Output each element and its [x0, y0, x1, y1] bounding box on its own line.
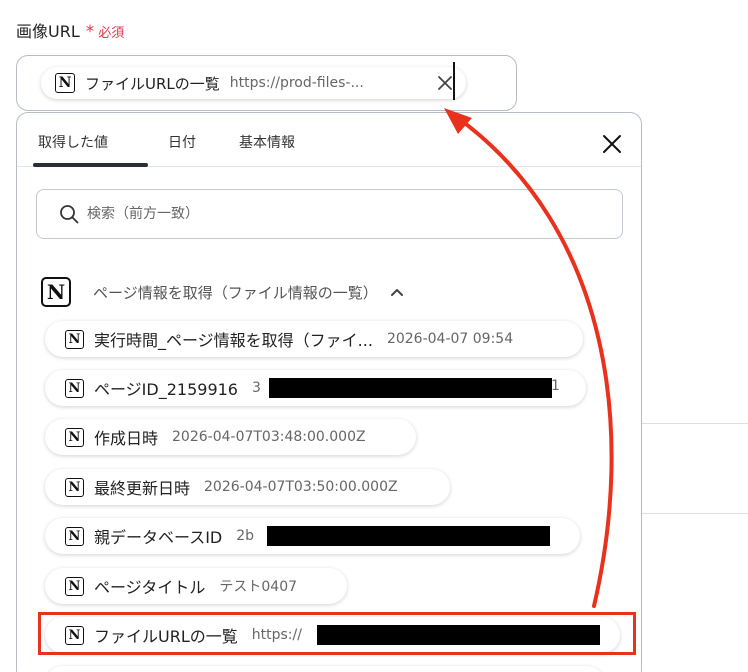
item-value: 2b — [236, 528, 255, 544]
background-divider — [642, 513, 748, 514]
redacted-block — [267, 526, 550, 546]
tab-bar: 取得した値 日付 基本情報 — [17, 113, 641, 167]
item-value-tail: 1 — [551, 378, 560, 394]
value-picker-panel: 取得した値 日付 基本情報 N ページ情報を取得（ファイル情報の一覧） N 実行… — [16, 112, 642, 672]
list-item[interactable]: N 最終更新日時 2026-04-07T03:50:00.000Z — [45, 469, 450, 505]
list-item[interactable]: N 親データベースID 2b — [45, 518, 580, 554]
item-label: 親データベースID — [94, 528, 223, 547]
required-star: * — [85, 22, 95, 42]
tab-date[interactable]: 日付 — [168, 132, 196, 152]
group-title: ページ情報を取得（ファイル情報の一覧） — [93, 283, 378, 302]
tab-fetched-values[interactable]: 取得した値 — [38, 132, 108, 152]
tab-basic-info[interactable]: 基本情報 — [239, 132, 295, 152]
item-label: ページID_2159916 — [94, 380, 238, 399]
notion-icon: N — [55, 73, 75, 93]
group-header[interactable]: N ページ情報を取得（ファイル情報の一覧） — [41, 275, 404, 309]
notion-icon: N — [65, 526, 84, 546]
search-box[interactable] — [36, 189, 623, 239]
notion-icon: N — [65, 329, 84, 349]
item-label: 実行時間_ページ情報を取得（ファイ... — [94, 331, 373, 350]
item-label: 作成日時 — [94, 429, 159, 448]
search-icon — [60, 205, 79, 224]
search-input[interactable] — [87, 206, 587, 222]
notion-icon: N — [41, 277, 71, 307]
item-value: 2026-04-07T03:50:00.000Z — [204, 479, 398, 495]
field-label-text: 画像URL — [16, 22, 80, 41]
item-label: ページタイトル — [94, 578, 206, 597]
field-label: 画像URL * 必須 — [16, 18, 124, 42]
close-icon — [603, 135, 621, 153]
required-text: 必須 — [98, 26, 125, 41]
list-item[interactable]: N 実行時間_ページ情報を取得（ファイ... 2026-04-07 09:54 — [45, 321, 583, 357]
item-value: 3 — [251, 380, 261, 396]
notion-icon: N — [65, 576, 84, 596]
notion-icon: N — [65, 427, 84, 447]
list-item[interactable] — [45, 666, 605, 672]
chip-label: ファイルURLの一覧 — [85, 74, 220, 93]
notion-icon: N — [65, 477, 84, 497]
notion-icon: N — [65, 378, 84, 398]
active-tab-indicator — [33, 163, 148, 167]
list-item[interactable]: N ページID_2159916 3 1 — [45, 370, 586, 406]
redacted-block — [269, 378, 552, 398]
list-item[interactable]: N ページタイトル テスト0407 — [45, 568, 347, 604]
highlight-box — [38, 612, 636, 655]
item-value: テスト0407 — [219, 579, 298, 595]
text-caret — [453, 62, 455, 100]
item-value: 2026-04-07T03:48:00.000Z — [172, 429, 366, 445]
image-url-input[interactable]: N ファイルURLの一覧 https://prod-files-... — [16, 55, 517, 111]
close-icon — [438, 76, 452, 90]
background-divider — [642, 423, 748, 424]
chip-value: https://prod-files-... — [229, 75, 364, 91]
item-label: 最終更新日時 — [94, 479, 191, 498]
list-item[interactable]: N 作成日時 2026-04-07T03:48:00.000Z — [45, 419, 416, 455]
selected-value-chip[interactable]: N ファイルURLの一覧 https://prod-files-... — [41, 67, 466, 99]
close-panel-button[interactable] — [600, 132, 624, 156]
chevron-up-icon — [390, 289, 403, 296]
item-value: 2026-04-07 09:54 — [386, 331, 514, 347]
